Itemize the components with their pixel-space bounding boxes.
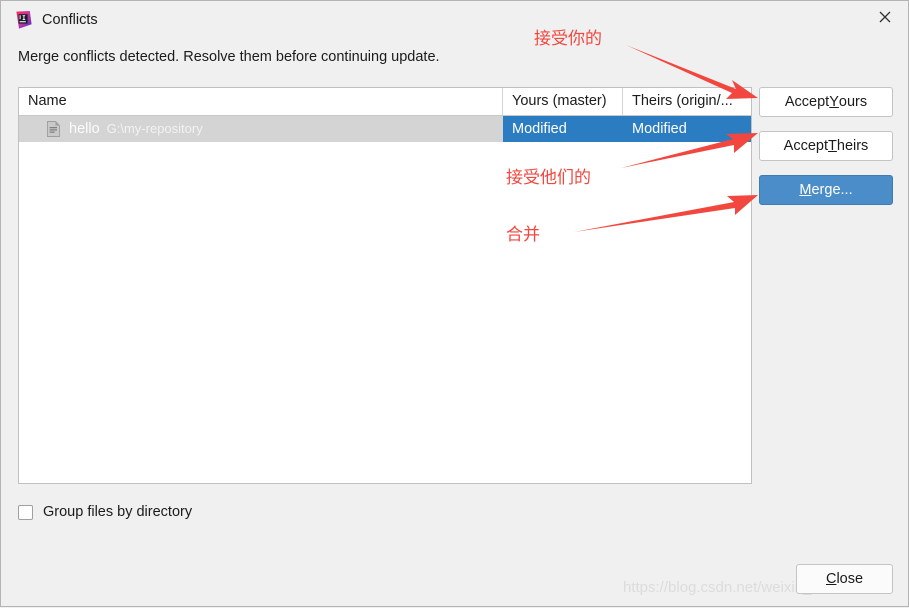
group-files-label: Group files by directory (43, 504, 193, 520)
accept-yours-mnemonic: Y (829, 94, 839, 110)
accept-yours-button[interactable]: Accept Yours (759, 87, 893, 117)
column-header-name[interactable]: Name (19, 88, 503, 115)
cell-theirs-status[interactable]: Modified (623, 116, 751, 142)
accept-theirs-button[interactable]: Accept Theirs (759, 131, 893, 161)
table-header-row: Name Yours (master) Theirs (origin/... (19, 88, 751, 116)
conflicts-table[interactable]: Name Yours (master) Theirs (origin/... h… (18, 87, 752, 484)
merge-button[interactable]: Merge... (759, 175, 893, 205)
close-button[interactable]: Close (796, 564, 893, 594)
accept-theirs-label-pre: Accept (783, 138, 829, 154)
annotation-accept-theirs: 接受他们的 (506, 168, 591, 188)
table-row[interactable]: hello G:\my-repository Modified Modified (19, 116, 751, 142)
column-header-theirs[interactable]: Theirs (origin/... (623, 88, 751, 115)
annotation-merge: 合并 (506, 225, 540, 245)
file-path: G:\my-repository (106, 121, 203, 136)
cell-yours-status[interactable]: Modified (503, 116, 623, 142)
accept-yours-label-post: ours (838, 94, 868, 110)
intellij-idea-icon (13, 10, 33, 30)
titlebar: Conflicts (1, 1, 908, 39)
cell-name[interactable]: hello G:\my-repository (19, 116, 503, 142)
dialog-message: Merge conflicts detected. Resolve them b… (18, 49, 440, 65)
close-mnemonic: C (825, 571, 837, 587)
annotation-accept-yours: 接受你的 (534, 29, 602, 49)
accept-theirs-label-post: heirs (836, 138, 869, 154)
file-icon (47, 121, 60, 137)
file-name: hello (69, 121, 100, 137)
window-close-button[interactable] (862, 1, 908, 33)
merge-label-post: erge... (811, 182, 853, 198)
accept-theirs-mnemonic: T (828, 138, 837, 154)
close-label-post: lose (836, 571, 864, 587)
conflicts-dialog: Conflicts Merge conflicts detected. Reso… (0, 0, 909, 607)
merge-mnemonic: M (799, 182, 812, 198)
window-title: Conflicts (42, 12, 98, 28)
close-icon (879, 11, 891, 23)
column-header-yours[interactable]: Yours (master) (503, 88, 623, 115)
accept-yours-label-pre: Accept (784, 94, 830, 110)
group-files-checkbox[interactable] (18, 504, 33, 520)
group-files-option[interactable]: Group files by directory (18, 504, 192, 520)
